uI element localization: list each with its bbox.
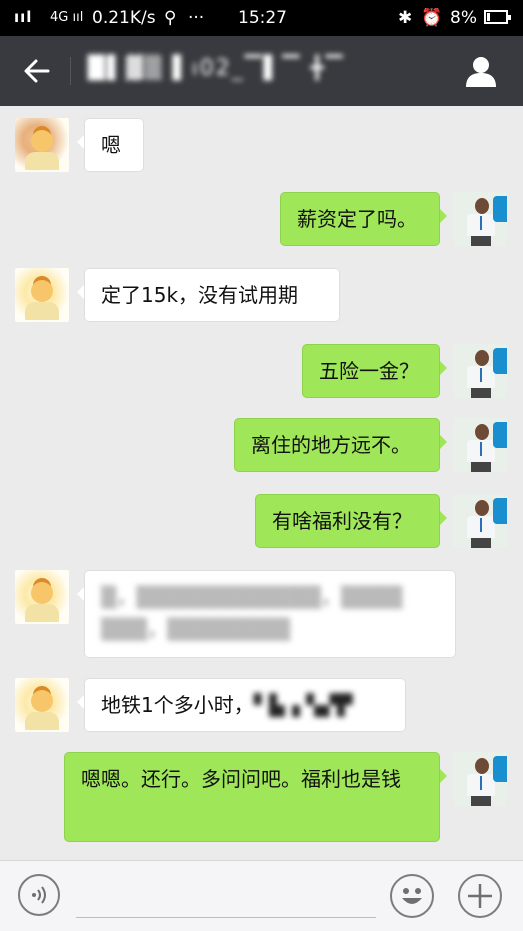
chat-header: █▌▓▒ ▌ı02_▔▌▔ ╋▔	[0, 36, 523, 106]
received-bubble[interactable]: 地铁1个多小时，▘▙▗ ▚▞▛	[77, 678, 406, 732]
contact-avatar[interactable]	[15, 570, 69, 624]
contact-avatar[interactable]	[15, 118, 69, 172]
sent-bubble[interactable]: 嗯嗯。还行。多问问吧。福利也是钱	[64, 752, 447, 842]
my-avatar[interactable]	[453, 344, 507, 398]
my-avatar[interactable]	[453, 418, 507, 472]
plus-icon	[468, 884, 492, 908]
header-divider	[70, 57, 71, 85]
network-indicator: 4G ııl	[50, 10, 84, 25]
emoji-button[interactable]	[390, 874, 434, 918]
emoji-icon	[402, 888, 422, 904]
received-bubble[interactable]: 定了15k，没有试用期	[77, 268, 340, 322]
status-bar: ııl 4G ııl 0.21K/s ⚲ ··· 15:27 ✱ ⏰ 8%	[0, 0, 523, 36]
battery-percent: 8%	[450, 8, 477, 28]
message-input[interactable]	[76, 875, 376, 918]
received-bubble[interactable]: ▒，▒▒▒▒▒▒▒▒▒▒▒▒，▒▒▒▒ ▒▒▒，▒▒▒▒▒▒▒▒	[77, 570, 456, 658]
blurred-text: ▒，▒▒▒▒▒▒▒▒▒▒▒▒，▒▒▒▒ ▒▒▒，▒▒▒▒▒▒▒▒	[101, 585, 403, 641]
back-button[interactable]	[20, 54, 54, 88]
sent-bubble[interactable]: 有啥福利没有？	[255, 494, 447, 548]
alarm-icon: ⏰	[421, 8, 443, 28]
arrow-left-icon	[24, 59, 50, 83]
message-text: 地铁1个多小时，	[101, 693, 254, 717]
battery-icon	[484, 10, 511, 24]
clock: 15:27	[238, 8, 287, 28]
bluetooth-icon: ✱	[398, 8, 413, 28]
network-speed: 0.21K/s	[92, 8, 156, 28]
my-avatar[interactable]	[453, 192, 507, 246]
person-icon	[466, 57, 496, 87]
input-bar	[0, 860, 523, 931]
chat-title: █▌▓▒ ▌ı02_▔▌▔ ╋▔	[88, 56, 345, 81]
contact-avatar[interactable]	[15, 678, 69, 732]
voice-icon	[32, 886, 46, 904]
more-button[interactable]	[458, 874, 502, 918]
contact-avatar[interactable]	[15, 268, 69, 322]
more-icon: ···	[188, 8, 205, 28]
received-bubble[interactable]: 嗯	[77, 118, 144, 172]
my-avatar[interactable]	[453, 752, 507, 806]
voice-button[interactable]	[18, 874, 60, 916]
my-avatar[interactable]	[453, 494, 507, 548]
profile-button[interactable]	[463, 53, 499, 89]
usb-icon: ⚲	[164, 8, 177, 28]
signal-icon: ııl	[14, 8, 33, 26]
sent-bubble[interactable]: 五险一金？	[302, 344, 447, 398]
sent-bubble[interactable]: 离住的地方远不。	[234, 418, 447, 472]
sent-bubble[interactable]: 薪资定了吗。	[280, 192, 447, 246]
blurred-text: ▘▙▗ ▚▞▛	[253, 693, 353, 717]
